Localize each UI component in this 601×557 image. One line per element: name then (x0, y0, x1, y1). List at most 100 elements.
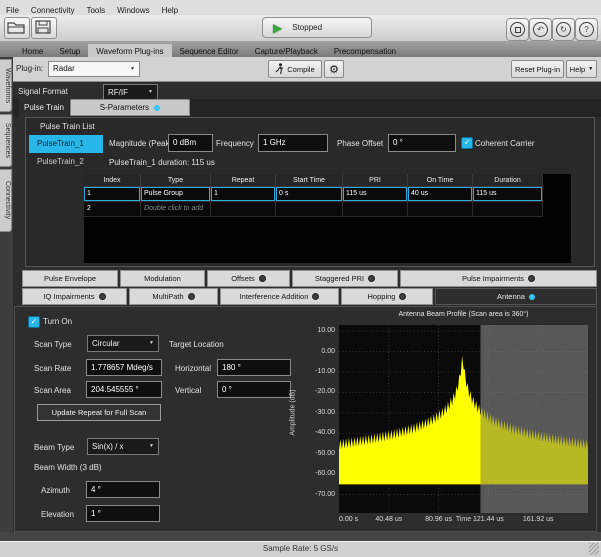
sync-button[interactable]: ↻ (552, 18, 575, 41)
pulse-table: Index Type Repeat Start Time PRI On Time… (84, 174, 571, 263)
menu-item-tools[interactable]: Tools (80, 4, 111, 15)
y-tick-label: -70.00 (281, 491, 335, 498)
compile-label: Compile (287, 65, 315, 74)
scan-type-label: Scan Type (34, 340, 72, 349)
scan-type-select[interactable]: ▼ Circular (87, 335, 159, 352)
col-header-type[interactable]: Type (141, 174, 211, 187)
sidebar-item-connectivity[interactable]: Connectivity (0, 169, 12, 232)
menu-item-help[interactable]: Help (156, 4, 184, 15)
help-menu-button[interactable]: Help ▼ (566, 60, 597, 78)
col-header-pri[interactable]: PRI (343, 174, 408, 187)
col-header-start-time[interactable]: Start Time (276, 174, 343, 187)
turn-on-label: Turn On (43, 317, 72, 326)
col-header-repeat[interactable]: Repeat (211, 174, 276, 187)
beam-type-select[interactable]: ▼ Sin(x) / x (87, 438, 159, 455)
menu-item-file[interactable]: File (0, 4, 25, 15)
menu-item-connectivity[interactable]: Connectivity (25, 4, 81, 15)
chevron-down-icon: ▼ (130, 62, 135, 76)
button-label: Offsets (231, 274, 255, 283)
undo-icon: ↶ (533, 22, 548, 37)
scan-rate-field[interactable]: 1.778657 Mdeg/s (86, 359, 162, 376)
table-row[interactable]: 2 Double click to add (84, 202, 571, 217)
cell-add-placeholder[interactable]: Double click to add (141, 202, 211, 217)
elevation-field[interactable]: 1 ° (86, 505, 160, 522)
cell-start-time[interactable] (276, 202, 343, 217)
sidebar-item-waveforms[interactable]: Waveforms (0, 59, 12, 112)
vertical-field[interactable]: 0 ° (217, 381, 291, 398)
button-label: Antenna (497, 292, 525, 301)
cell-on-time[interactable] (408, 202, 473, 217)
run-state-button[interactable]: ▶ Stopped (262, 17, 372, 38)
button-hopping[interactable]: Hopping (341, 288, 433, 305)
cell-repeat[interactable]: 1 (211, 187, 276, 202)
window-restart-button[interactable] (506, 18, 529, 41)
y-tick-label: -50.00 (281, 450, 335, 457)
table-row[interactable]: 1 Pulse Group 1 0 s 115 us 40 us 115 us (84, 187, 571, 202)
button-staggered-pri[interactable]: Staggered PRI (292, 270, 398, 287)
button-interference-addition[interactable]: Interference Addition (220, 288, 339, 305)
list-item-pulsetrain-2[interactable]: PulseTrain_2 (29, 153, 103, 171)
signal-format-select[interactable]: ▼ RF/IF (103, 84, 158, 100)
button-offsets[interactable]: Offsets (207, 270, 290, 287)
tab-pulse-train[interactable]: Pulse Train (19, 99, 69, 117)
list-item-pulsetrain-1[interactable]: PulseTrain_1 (29, 135, 103, 153)
button-modulation[interactable]: Modulation (120, 270, 205, 287)
save-button[interactable] (31, 17, 57, 39)
plugin-select[interactable]: ▼ Radar (48, 61, 140, 77)
col-header-duration[interactable]: Duration (473, 174, 543, 187)
undo-button[interactable]: ↶ (529, 18, 552, 41)
resize-grip[interactable] (589, 543, 599, 555)
y-tick-label: 0.00 (281, 348, 335, 355)
status-bar: Sample Rate: 5 GS/s (0, 541, 601, 557)
compile-button[interactable]: Compile (268, 60, 322, 78)
cell-index[interactable]: 1 (84, 187, 141, 202)
status-dot-icon (528, 275, 535, 282)
y-tick-label: -40.00 (281, 429, 335, 436)
cell-type[interactable]: Pulse Group (141, 187, 211, 202)
phase-offset-field[interactable]: 0 ° (388, 134, 456, 152)
cell-duration[interactable]: 115 us (473, 187, 543, 202)
update-repeat-button[interactable]: Update Repeat for Full Scan (37, 404, 161, 421)
scan-area-field[interactable]: 204.545555 ° (86, 381, 162, 398)
col-header-index[interactable]: Index (84, 174, 141, 187)
reset-plugin-label: Reset Plug-in (515, 65, 560, 74)
tab-s-parameters[interactable]: S-Parameters (70, 99, 190, 116)
button-pulse-impairments[interactable]: Pulse Impairments (400, 270, 597, 287)
status-dot-icon (368, 275, 375, 282)
button-label: Modulation (144, 274, 181, 283)
reset-plugin-button[interactable]: Reset Plug-in (511, 60, 564, 78)
side-tab-strip: Waveforms Sequences Connectivity (0, 57, 13, 532)
phase-offset-label: Phase Offset (337, 139, 383, 148)
button-iq-impairments[interactable]: IQ Impairments (22, 288, 127, 305)
col-header-on-time[interactable]: On Time (408, 174, 473, 187)
chevron-down-icon: ▼ (149, 336, 154, 351)
cell-index[interactable]: 2 (84, 202, 141, 217)
button-label: Interference Addition (240, 292, 309, 301)
cell-pri[interactable]: 115 us (343, 187, 408, 202)
button-pulse-envelope[interactable]: Pulse Envelope (22, 270, 118, 287)
magnitude-field[interactable]: 0 dBm (168, 134, 213, 152)
cell-duration[interactable] (473, 202, 543, 217)
cell-repeat[interactable] (211, 202, 276, 217)
sidebar-item-sequences[interactable]: Sequences (0, 114, 12, 167)
button-multipath[interactable]: MultiPath (129, 288, 218, 305)
button-label: Staggered PRI (315, 274, 364, 283)
turn-on-checkbox[interactable]: ✓ (28, 316, 40, 328)
button-antenna[interactable]: Antenna (435, 288, 597, 305)
horizontal-label: Horizontal (175, 364, 211, 373)
azimuth-field[interactable]: 4 ° (86, 481, 160, 498)
button-label: Pulse Impairments (462, 274, 524, 283)
compile-run-icon (275, 63, 284, 75)
cell-on-time[interactable]: 40 us (408, 187, 473, 202)
coherent-carrier-checkbox[interactable]: ✓ (461, 137, 473, 149)
compile-settings-button[interactable]: ⚙ (324, 60, 344, 78)
horizontal-field[interactable]: 180 ° (217, 359, 291, 376)
cell-start-time[interactable]: 0 s (276, 187, 343, 202)
open-file-button[interactable] (4, 17, 30, 39)
button-label: IQ Impairments (43, 292, 94, 301)
status-dot-icon (399, 293, 406, 300)
cell-pri[interactable] (343, 202, 408, 217)
menu-item-windows[interactable]: Windows (111, 4, 155, 15)
help-about-button[interactable]: ? (575, 18, 598, 41)
frequency-field[interactable]: 1 GHz (258, 134, 328, 152)
